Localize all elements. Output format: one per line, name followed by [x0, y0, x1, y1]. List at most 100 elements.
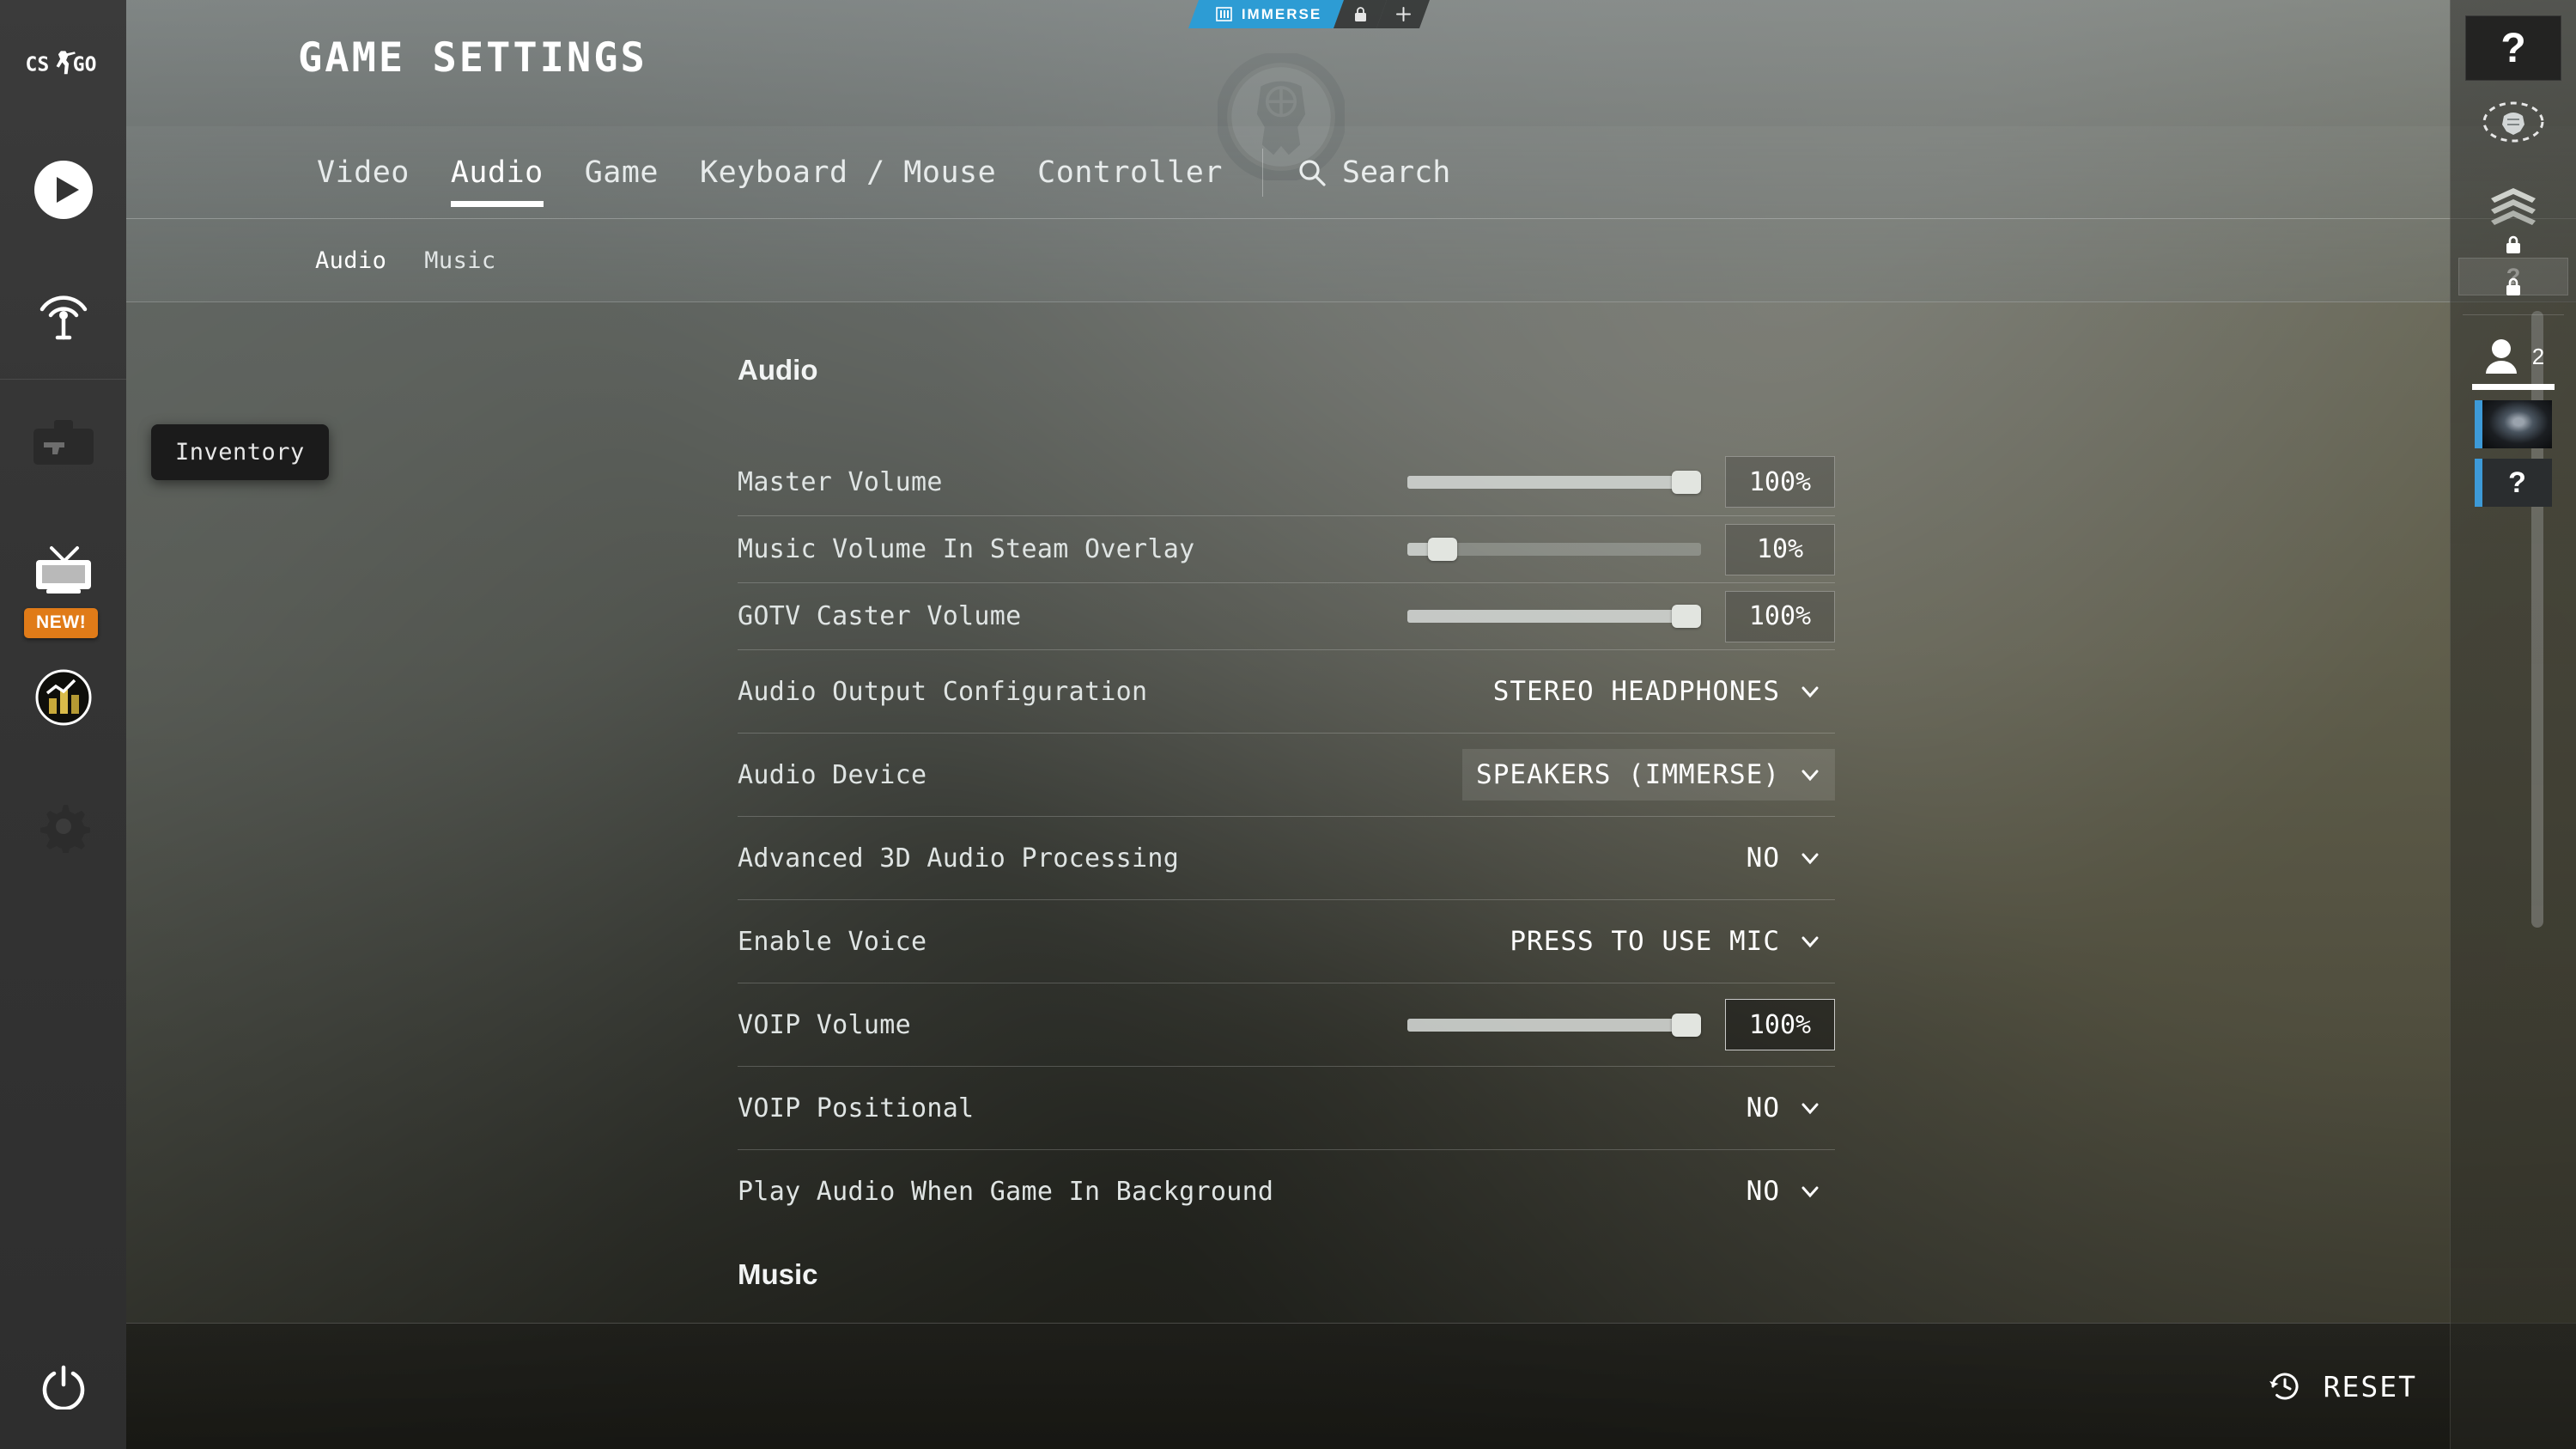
setting-label: Enable Voice: [738, 926, 927, 957]
stats-icon: [35, 669, 91, 726]
slider-control[interactable]: 100%: [1407, 999, 1835, 1050]
power-icon: [42, 1365, 84, 1409]
tab-controller[interactable]: Controller: [1017, 126, 1243, 219]
slider-knob[interactable]: [1672, 605, 1701, 628]
inventory-tooltip: Inventory: [151, 424, 329, 480]
setting-label: Audio Output Configuration: [738, 676, 1148, 707]
search-button[interactable]: Search: [1282, 155, 1466, 190]
slider-track[interactable]: [1407, 470, 1701, 494]
left-sidebar: CS GO NEW!: [0, 0, 126, 1449]
lock-icon: [1354, 7, 1366, 21]
new-badge: NEW!: [24, 608, 99, 638]
reset-label: RESET: [2323, 1369, 2417, 1403]
setting-row-master-volume: Master Volume 100%: [738, 448, 1835, 515]
immerse-label-chip: IMMERSE: [1188, 0, 1345, 28]
slider-control[interactable]: 100%: [1407, 456, 1835, 508]
chevron-down-icon: [1801, 853, 1819, 865]
dropdown-voip-positional[interactable]: NO: [1733, 1082, 1835, 1134]
person-icon: [2485, 339, 2517, 374]
section-heading-audio: Audio: [738, 354, 818, 386]
csgo-logo: CS GO: [0, 0, 126, 126]
rank-emblem-button[interactable]: [2451, 81, 2576, 163]
setting-label: Play Audio When Game In Background: [738, 1176, 1274, 1207]
rank-progress-button[interactable]: [2451, 163, 2576, 253]
player-empty-card[interactable]: ?: [2475, 459, 2552, 507]
lock-icon: [2506, 235, 2520, 253]
subtab-music[interactable]: Music: [405, 247, 514, 274]
chevron-rank-icon: [2491, 188, 2536, 225]
power-button[interactable]: [0, 1323, 126, 1449]
locked-rank-slot[interactable]: ?: [2458, 258, 2568, 295]
slider-track[interactable]: [1407, 1013, 1701, 1037]
dropdown-audio-output-configuration[interactable]: STEREO HEADPHONES: [1479, 666, 1835, 717]
slider-control[interactable]: 100%: [1407, 590, 1835, 642]
chevron-down-icon: [1801, 936, 1819, 948]
footer-bar: RESET: [126, 1323, 2576, 1449]
chevron-down-icon: [1801, 686, 1819, 698]
play-icon: [33, 160, 93, 219]
page-title: GAME SETTINGS: [298, 34, 647, 82]
tab-audio[interactable]: Audio: [430, 126, 564, 219]
setting-label: Master Volume: [738, 466, 943, 497]
dropdown-advanced-3d-audio-processing[interactable]: NO: [1733, 832, 1835, 884]
setting-row-voip-volume: VOIP Volume 100%: [738, 983, 1835, 1066]
slider-knob[interactable]: [1672, 470, 1701, 494]
sidebar-item-watch[interactable]: [0, 253, 126, 379]
help-button[interactable]: ?: [2465, 15, 2561, 81]
setting-row-enable-voice: Enable Voice PRESS TO USE MIC: [738, 899, 1835, 983]
right-sidebar: ? ? 2 ?: [2450, 0, 2576, 1449]
dropdown-play-audio-background[interactable]: NO: [1733, 1166, 1835, 1217]
dropdown-enable-voice[interactable]: PRESS TO USE MIC: [1496, 916, 1835, 967]
setting-label: VOIP Volume: [738, 1009, 911, 1040]
setting-label: Music Volume In Steam Overlay: [738, 534, 1195, 564]
setting-row-gotv-caster-volume: GOTV Caster Volume 100%: [738, 582, 1835, 649]
immerse-logo-icon: [1216, 7, 1232, 21]
dropdown-value: NO: [1746, 1093, 1780, 1123]
sidebar-item-settings[interactable]: [0, 763, 126, 889]
slider-value-box[interactable]: 100%: [1725, 590, 1835, 642]
slider-value-box[interactable]: 100%: [1725, 456, 1835, 508]
settings-content: Audio Master Volume 100% Music Volume In…: [126, 302, 2576, 1323]
tab-game[interactable]: Game: [564, 126, 679, 219]
sub-tab-bar: Audio Music: [126, 219, 2576, 302]
setting-label: Advanced 3D Audio Processing: [738, 843, 1180, 874]
dropdown-audio-device[interactable]: SPEAKERS (IMMERSE): [1462, 749, 1835, 801]
dropdown-value: NO: [1746, 1176, 1780, 1207]
setting-row-music-volume-steam-overlay: Music Volume In Steam Overlay 10%: [738, 515, 1835, 582]
player-avatar-card[interactable]: [2475, 400, 2552, 448]
sidebar-item-inventory[interactable]: [0, 380, 126, 506]
dropdown-value: NO: [1746, 843, 1780, 874]
sidebar-item-play[interactable]: [0, 126, 126, 253]
dropdown-value: PRESS TO USE MIC: [1510, 926, 1780, 957]
slider-value-box[interactable]: 10%: [1725, 523, 1835, 575]
slider-knob[interactable]: [1428, 538, 1458, 561]
setting-label: Audio Device: [738, 759, 927, 790]
party-count: 2: [2531, 343, 2545, 369]
slider-track[interactable]: [1407, 605, 1701, 628]
party-underline: [2472, 384, 2555, 390]
party-button[interactable]: 2: [2451, 338, 2576, 375]
sidebar-item-stats[interactable]: NEW!: [0, 608, 126, 763]
immerse-overlay-badge: IMMERSE: [1188, 0, 1431, 28]
immerse-add-button[interactable]: [1376, 0, 1431, 28]
dropdown-value: SPEAKERS (IMMERSE): [1476, 759, 1780, 790]
tab-video[interactable]: Video: [296, 126, 430, 219]
tv-icon: [35, 545, 91, 594]
slider-control[interactable]: 10%: [1407, 523, 1835, 575]
section-heading-music: Music: [738, 1258, 818, 1290]
slider-value-box[interactable]: 100%: [1725, 999, 1835, 1050]
subtab-audio[interactable]: Audio: [296, 247, 405, 274]
setting-row-advanced-3d-audio-processing: Advanced 3D Audio Processing NO: [738, 816, 1835, 899]
slider-track[interactable]: [1407, 538, 1701, 561]
svg-text:GO: GO: [72, 53, 96, 76]
right-rail-divider: [2463, 314, 2564, 315]
tab-divider: [1261, 149, 1263, 197]
reset-button[interactable]: RESET: [2267, 1368, 2417, 1404]
chevron-down-icon: [1801, 1103, 1819, 1115]
setting-label: GOTV Caster Volume: [738, 601, 1022, 631]
tab-keyboard-mouse[interactable]: Keyboard / Mouse: [679, 126, 1017, 219]
slider-knob[interactable]: [1672, 1013, 1701, 1037]
csgo-settings-screen: CS GO NEW! Inventory GAME SETTINGS Video…: [0, 0, 2576, 1449]
plus-icon: [1395, 7, 1411, 21]
briefcase-icon: [33, 419, 94, 465]
